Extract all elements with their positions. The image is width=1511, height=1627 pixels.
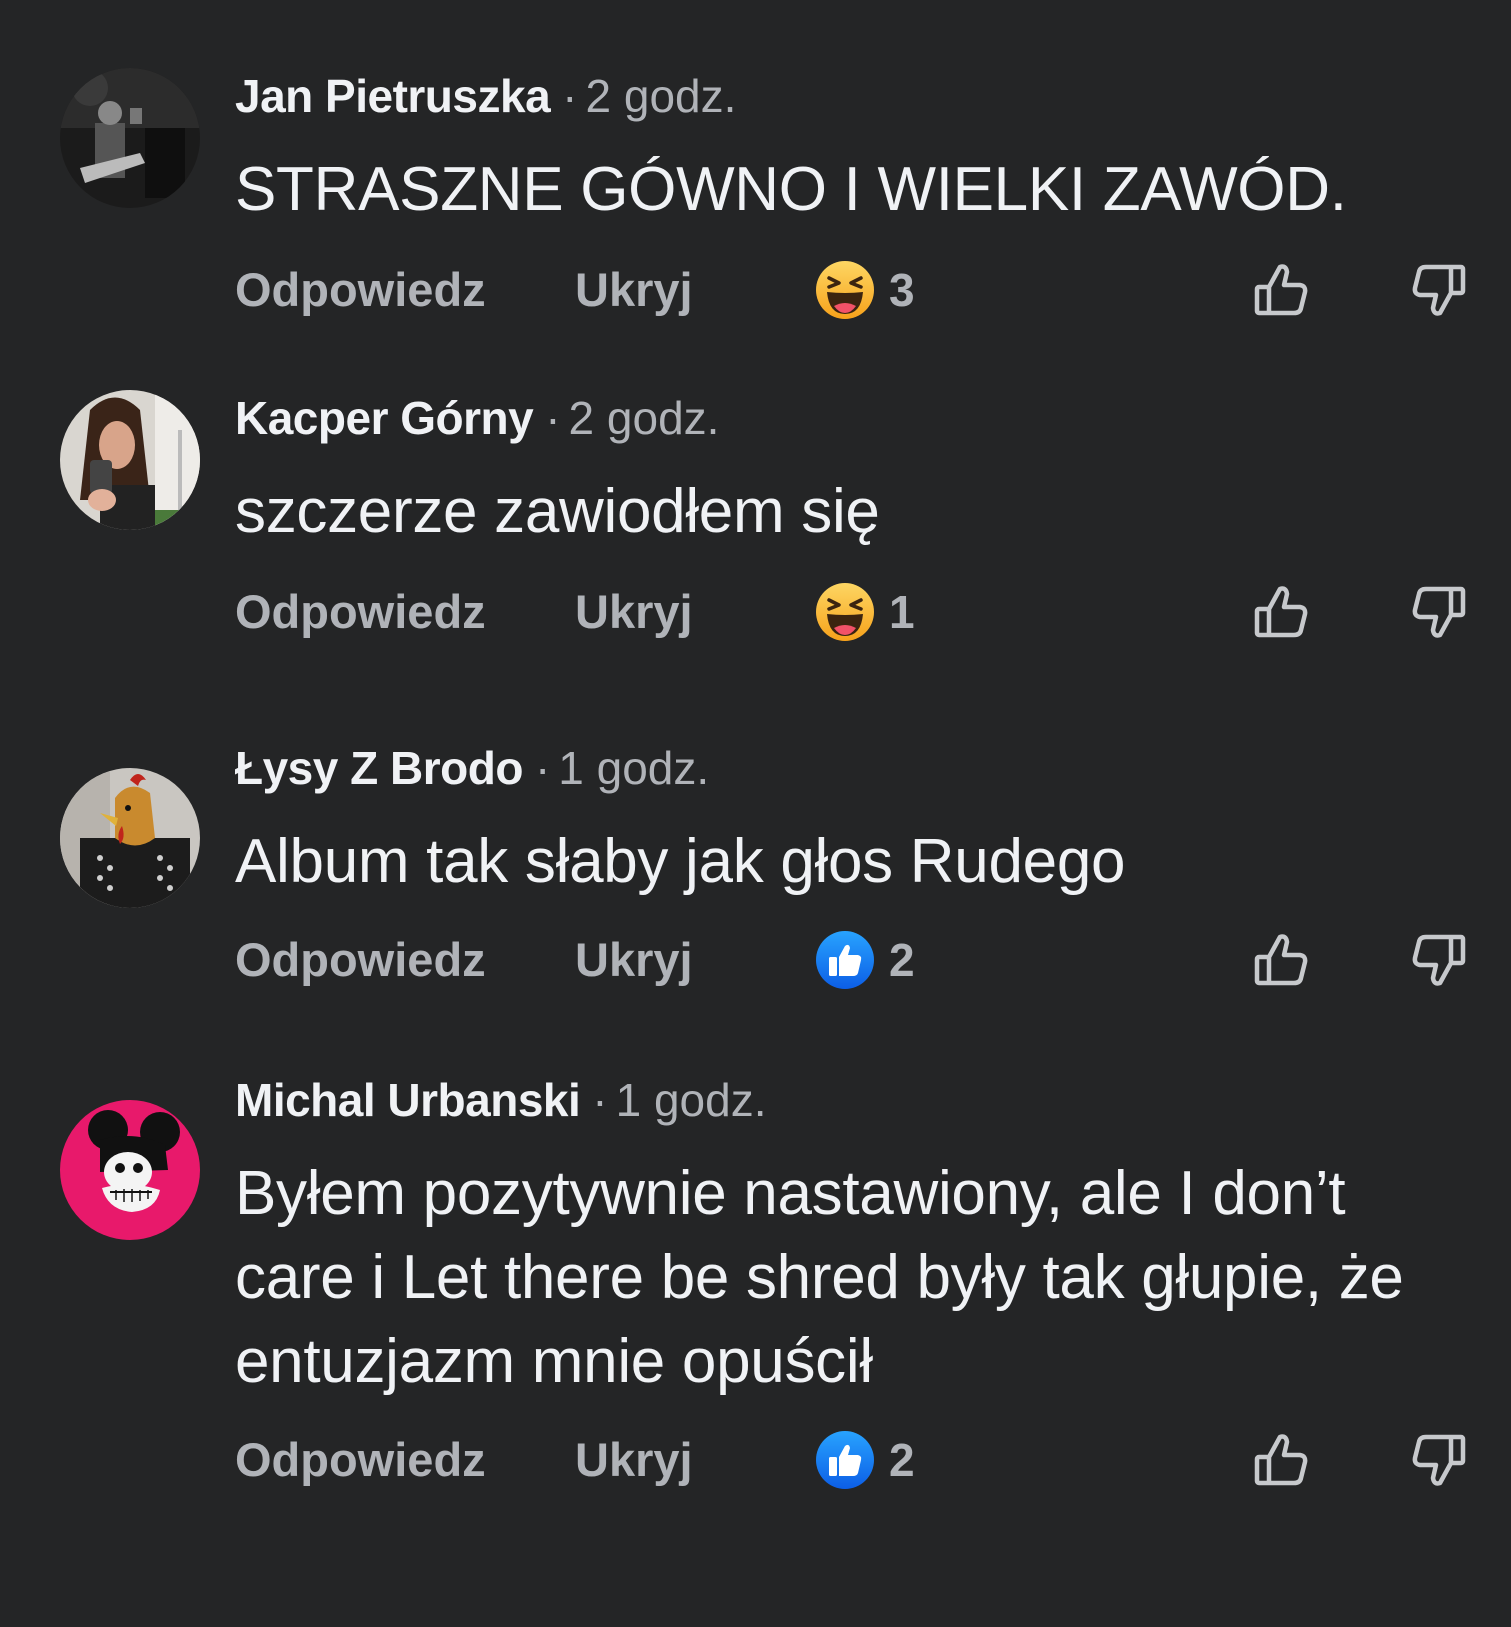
separator-dot: · <box>592 1074 608 1126</box>
comment-text: Album tak słaby jak głos Rudego <box>235 827 1126 896</box>
reaction-count: 3 <box>889 264 915 316</box>
thumbs-up-icon <box>1254 934 1308 986</box>
separator-dot: · <box>534 742 551 794</box>
comment-text: szczerze zawiodłem się <box>235 477 880 546</box>
timestamp[interactable]: 2 godz. <box>586 70 737 122</box>
author-name[interactable]: Łysy Z Brodo <box>235 742 523 794</box>
comment-actions: Odpowiedz Ukryj 3 <box>235 255 1475 325</box>
avatar-photo-icon <box>60 768 200 908</box>
downvote-button[interactable] <box>1405 1425 1475 1495</box>
avatar-photo-icon <box>60 390 200 530</box>
avatar-photo-icon <box>60 68 200 208</box>
timestamp[interactable]: 2 godz. <box>569 392 720 444</box>
avatar[interactable] <box>60 1100 200 1240</box>
reply-button[interactable]: Odpowiedz <box>235 1425 486 1495</box>
timestamp[interactable]: 1 godz. <box>558 742 709 794</box>
comment-header: Kacper Górny · 2 godz. <box>235 390 719 446</box>
reaction-count: 2 <box>889 934 915 986</box>
comment-actions: Odpowiedz Ukryj 2 <box>235 1425 1475 1495</box>
thumbs-up-icon <box>1254 264 1308 316</box>
reply-button[interactable]: Odpowiedz <box>235 255 486 325</box>
comment-header: Łysy Z Brodo · 1 godz. <box>235 740 709 796</box>
comment-actions: Odpowiedz Ukryj 2 <box>235 925 1475 995</box>
avatar[interactable] <box>60 390 200 530</box>
thumbs-up-icon <box>1254 586 1308 638</box>
upvote-button[interactable] <box>1245 1425 1315 1495</box>
reaction-summary[interactable]: 2 <box>815 930 915 990</box>
like-reaction-icon <box>816 931 874 989</box>
comment-text: STRASZNE GÓWNO I WIELKI ZAWÓD. <box>235 155 1347 224</box>
thumbs-down-icon <box>1412 934 1466 986</box>
upvote-button[interactable] <box>1245 577 1315 647</box>
thumbs-down-icon <box>1412 1434 1466 1486</box>
author-name[interactable]: Kacper Górny <box>235 392 534 444</box>
separator-dot: · <box>545 392 561 444</box>
upvote-button[interactable] <box>1245 925 1315 995</box>
downvote-button[interactable] <box>1405 577 1475 647</box>
author-name[interactable]: Michal Urbanski <box>235 1074 581 1126</box>
comment-actions: Odpowiedz Ukryj 1 <box>235 577 1475 647</box>
reply-button[interactable]: Odpowiedz <box>235 925 486 995</box>
upvote-button[interactable] <box>1245 255 1315 325</box>
separator-dot: · <box>562 70 578 122</box>
hide-button[interactable]: Ukryj <box>575 255 693 325</box>
haha-emoji-icon <box>816 261 874 319</box>
avatar[interactable] <box>60 68 200 208</box>
reaction-summary[interactable]: 1 <box>815 582 915 642</box>
haha-emoji-icon <box>816 583 874 641</box>
downvote-button[interactable] <box>1405 925 1475 995</box>
avatar[interactable] <box>60 768 200 908</box>
comment-header: Michal Urbanski · 1 godz. <box>235 1072 767 1128</box>
timestamp[interactable]: 1 godz. <box>616 1074 767 1126</box>
comment-header: Jan Pietruszka · 2 godz. <box>235 68 736 124</box>
author-name[interactable]: Jan Pietruszka <box>235 70 551 122</box>
thumbs-down-icon <box>1412 264 1466 316</box>
reply-button[interactable]: Odpowiedz <box>235 577 486 647</box>
downvote-button[interactable] <box>1405 255 1475 325</box>
thumbs-down-icon <box>1412 586 1466 638</box>
comment-text: Byłem pozytywnie nastawiony, ale I don’t… <box>235 1159 1404 1396</box>
reaction-summary[interactable]: 2 <box>815 1430 915 1490</box>
reaction-count: 1 <box>889 586 915 638</box>
reaction-count: 2 <box>889 1434 915 1486</box>
like-reaction-icon <box>816 1431 874 1489</box>
hide-button[interactable]: Ukryj <box>575 1425 693 1495</box>
thumbs-up-icon <box>1254 1434 1308 1486</box>
avatar-mouse-mascot-icon <box>60 1100 200 1240</box>
reaction-summary[interactable]: 3 <box>815 260 915 320</box>
hide-button[interactable]: Ukryj <box>575 925 693 995</box>
hide-button[interactable]: Ukryj <box>575 577 693 647</box>
